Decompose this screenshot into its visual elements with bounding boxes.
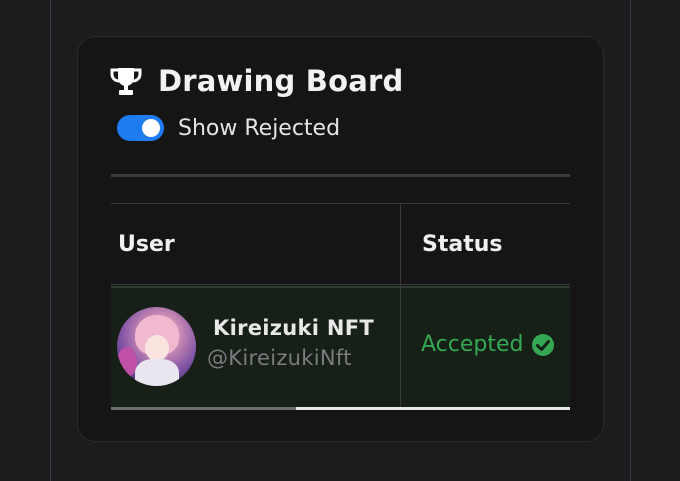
column-separator (400, 203, 401, 408)
table-row[interactable]: Kireizuki NFT @KireizukiNft Accepted (111, 286, 570, 407)
show-rejected-row: Show Rejected (117, 114, 340, 142)
column-header-status: Status (422, 232, 503, 257)
scrollbar-thumb[interactable] (111, 407, 296, 410)
page: Drawing Board Show Rejected User Status … (0, 0, 680, 481)
column-header-user: User (118, 232, 175, 257)
avatar (117, 307, 196, 386)
check-circle-icon (532, 333, 555, 356)
toggle-knob (142, 119, 160, 137)
table-header: User Status (111, 203, 570, 285)
section-divider (111, 174, 570, 177)
layout-divider-right (630, 0, 631, 481)
horizontal-scrollbar[interactable] (111, 407, 570, 410)
show-rejected-label: Show Rejected (178, 115, 341, 141)
status-badge: Accepted (421, 332, 524, 357)
user-name[interactable]: Kireizuki NFT (213, 316, 374, 340)
layout-divider-left (50, 0, 51, 481)
card-header: Drawing Board (110, 64, 403, 98)
user-handle: @KireizukiNft (207, 346, 352, 370)
submissions-table: User Status Kireizuki NFT @KireizukiNft … (111, 203, 570, 410)
card-title: Drawing Board (158, 64, 404, 98)
trophy-icon (110, 68, 142, 95)
show-rejected-toggle[interactable] (117, 115, 164, 141)
status-cell: Accepted (421, 332, 555, 357)
